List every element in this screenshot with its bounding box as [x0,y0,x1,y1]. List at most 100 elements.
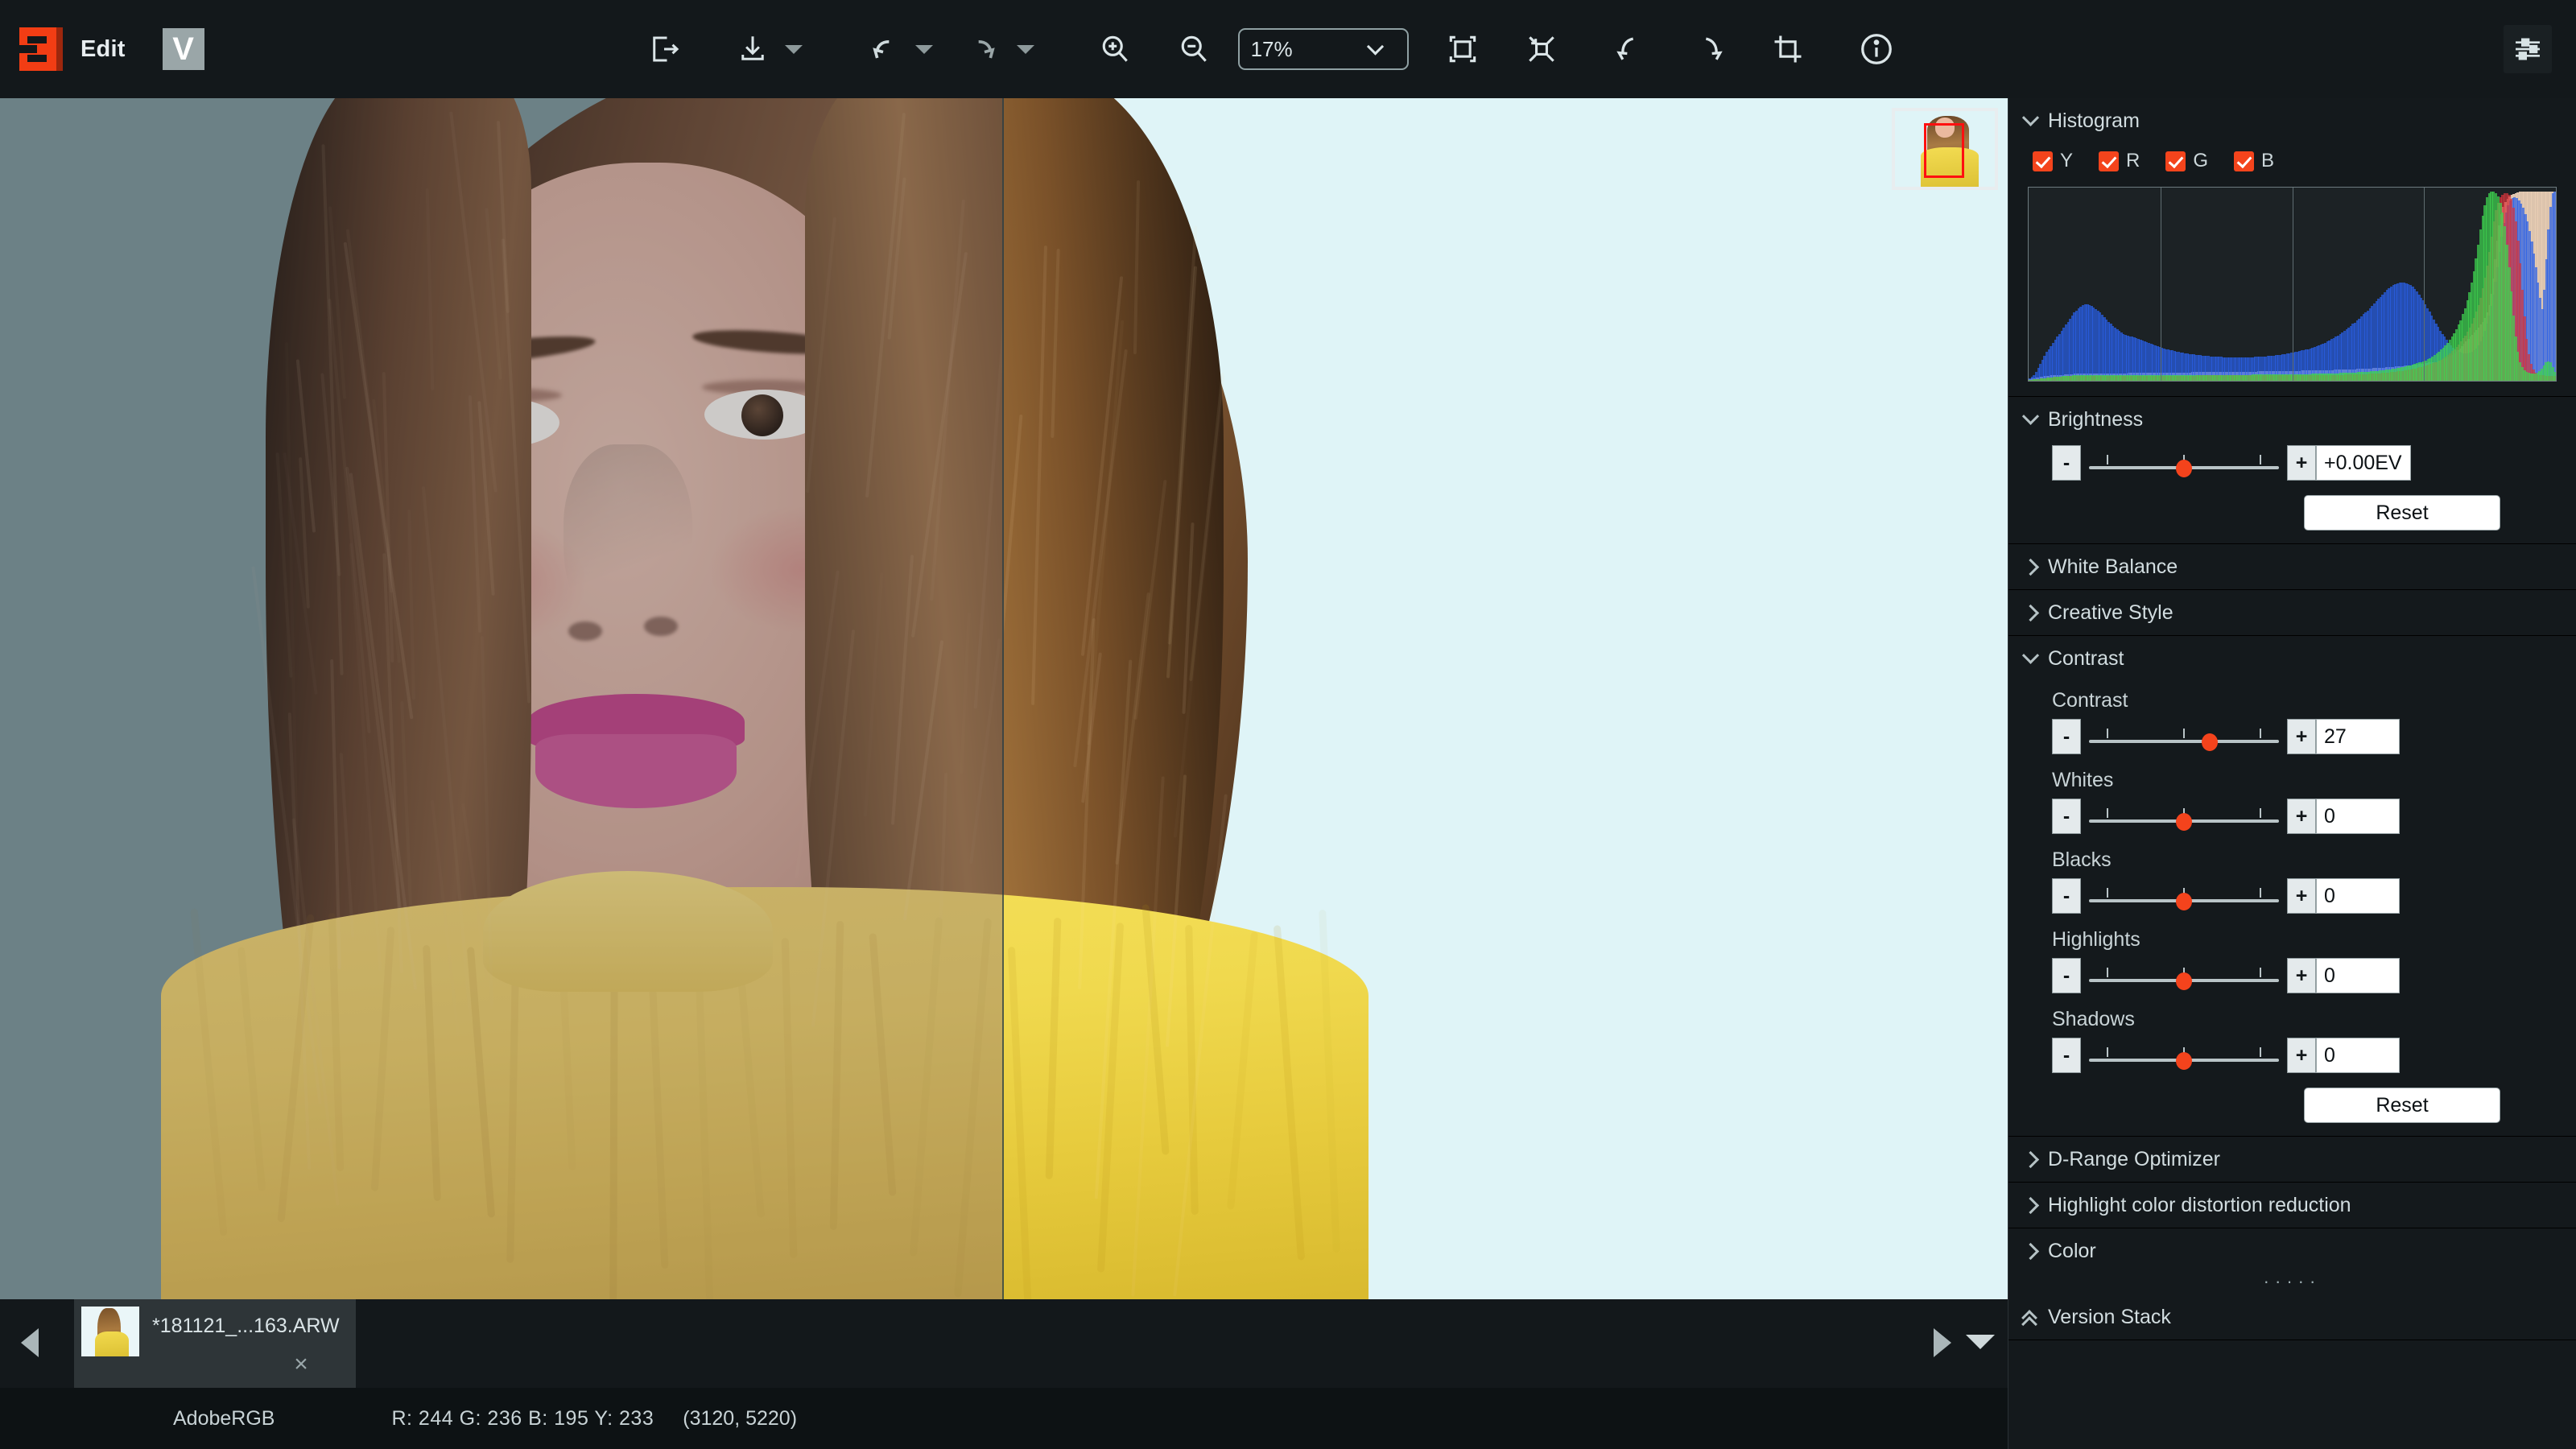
zoom-out-icon[interactable] [1169,24,1219,74]
navigator-thumbnail[interactable] [1892,108,1998,190]
blacks-increment-button[interactable]: + [2287,878,2316,914]
section-header-contrast[interactable]: Contrast [2008,636,2576,681]
redo-dropdown-caret[interactable] [1009,24,1042,74]
brightness-slider[interactable] [2089,445,2279,481]
section-d-range-optimizer: D-Range Optimizer [2008,1137,2576,1183]
section-header-creative-style[interactable]: Creative Style [2008,590,2576,635]
histogram-chart [2028,187,2557,382]
histogram-channel-b[interactable]: B [2234,150,2274,172]
whites-increment-button[interactable]: + [2287,799,2316,834]
status-bar: AdobeRGB R: 244 G: 236 B: 195 Y: 233 (31… [0,1388,2008,1449]
slider-thumb[interactable] [2176,893,2192,910]
section-title: White Balance [2048,555,2178,579]
export-icon[interactable] [639,24,689,74]
save-dropdown-caret[interactable] [778,24,810,74]
save-download-icon[interactable] [728,24,778,74]
shadows-value-input[interactable]: 0 [2316,1038,2400,1073]
image-after-pane[interactable] [1002,98,2008,1299]
navigator-viewport-rect[interactable] [1924,123,1964,178]
slider-thumb[interactable] [2176,1052,2192,1070]
slider-thumb[interactable] [2202,733,2218,751]
histogram-channel-y[interactable]: Y [2033,150,2073,172]
section-header-histogram[interactable]: Histogram [2008,98,2576,143]
rotate-right-icon[interactable] [1684,24,1734,74]
brightness-reset-button[interactable]: Reset [2304,495,2500,530]
image-before-pane[interactable] [0,98,1002,1299]
highlights-slider[interactable] [2089,958,2279,993]
highlights-decrement-button[interactable]: - [2052,958,2081,993]
undo-icon[interactable] [858,24,908,74]
contrast-slider-group-blacks: Blacks - + 0 [2008,840,2576,920]
chevron-double-up-icon [2024,1311,2038,1323]
panel-drag-handle[interactable]: ····· [2008,1274,2576,1294]
section-title: Histogram [2048,109,2140,133]
info-icon[interactable] [1852,24,1901,74]
highlights-value-input[interactable]: 0 [2316,958,2400,993]
contrast-value-input[interactable]: 27 [2316,719,2400,754]
section-title: D-Range Optimizer [2048,1148,2220,1171]
histogram-channel-r[interactable]: R [2099,150,2140,172]
contrast-increment-button[interactable]: + [2287,719,2316,754]
rotate-left-icon[interactable] [1605,24,1655,74]
actual-size-icon[interactable] [1517,24,1567,74]
contrast-slider[interactable] [2089,719,2279,754]
brightness-value-input[interactable]: +0.00EV [2316,445,2411,481]
zoom-in-icon[interactable] [1090,24,1140,74]
checkbox-icon [2234,151,2254,171]
filmstrip-next-arrow-icon[interactable] [1934,1328,1951,1357]
brightness-reset-row: Reset [2008,487,2576,543]
view-mode-badge[interactable]: V [163,28,204,70]
shadows-increment-button[interactable]: + [2287,1038,2316,1073]
shadows-decrement-button[interactable]: - [2052,1038,2081,1073]
section-histogram: Histogram Y R G B [2008,98,2576,397]
section-header-highlight-cdr[interactable]: Highlight color distortion reduction [2008,1183,2576,1228]
slider-thumb[interactable] [2176,972,2192,990]
fit-to-window-icon[interactable] [1438,24,1488,74]
checkbox-icon [2165,151,2186,171]
photo-after [1002,98,2008,1299]
undo-dropdown-caret[interactable] [908,24,940,74]
whites-decrement-button[interactable]: - [2052,799,2081,834]
section-header-color[interactable]: Color [2008,1228,2576,1274]
brightness-increment-button[interactable]: + [2287,445,2316,481]
zoom-level-select[interactable]: 17% [1238,28,1409,70]
section-creative-style: Creative Style [2008,590,2576,636]
section-header-white-balance[interactable]: White Balance [2008,544,2576,589]
zoom-level-value: 17% [1251,37,1293,62]
section-title: Creative Style [2048,601,2174,625]
section-header-d-range-optimizer[interactable]: D-Range Optimizer [2008,1137,2576,1182]
filmstrip-more-caret-icon[interactable] [1966,1335,1995,1349]
contrast-slider-group-highlights: Highlights - + 0 [2008,920,2576,1000]
slider-thumb[interactable] [2176,460,2192,477]
crop-icon[interactable] [1763,24,1813,74]
section-title: Highlight color distortion reduction [2048,1194,2351,1217]
section-header-version-stack[interactable]: Version Stack [2008,1294,2576,1340]
histogram-channel-g[interactable]: G [2165,150,2208,172]
filmstrip-prev-arrow-icon[interactable] [21,1328,39,1357]
whites-slider[interactable] [2089,799,2279,834]
app-logo-icon [19,27,63,71]
section-header-brightness[interactable]: Brightness [2008,397,2576,442]
filmstrip-tab[interactable]: *181121_...163.ARW × [74,1299,356,1388]
filmstrip-bar: *181121_...163.ARW × [0,1299,2008,1388]
image-viewer[interactable] [0,98,2008,1299]
top-toolbar: Edit V [0,0,2576,98]
shadows-slider[interactable] [2089,1038,2279,1073]
contrast-reset-button[interactable]: Reset [2304,1088,2500,1123]
pixel-coordinates: (3120, 5220) [683,1407,797,1430]
whites-value-input[interactable]: 0 [2316,799,2400,834]
before-after-split-line[interactable] [1002,98,1004,1299]
slider-thumb[interactable] [2176,813,2192,831]
blacks-slider[interactable] [2089,878,2279,914]
adjustments-panel-toggle-icon[interactable] [2504,25,2552,73]
contrast-decrement-button[interactable]: - [2052,719,2081,754]
checkbox-icon [2033,151,2053,171]
blacks-decrement-button[interactable]: - [2052,878,2081,914]
brightness-decrement-button[interactable]: - [2052,445,2081,481]
blacks-value-input[interactable]: 0 [2316,878,2400,914]
highlights-increment-button[interactable]: + [2287,958,2316,993]
filmstrip-close-icon[interactable]: × [290,1354,312,1377]
histogram-channel-checkboxes: Y R G B [2008,143,2576,180]
redo-icon[interactable] [960,24,1009,74]
section-title: Version Stack [2048,1306,2171,1329]
